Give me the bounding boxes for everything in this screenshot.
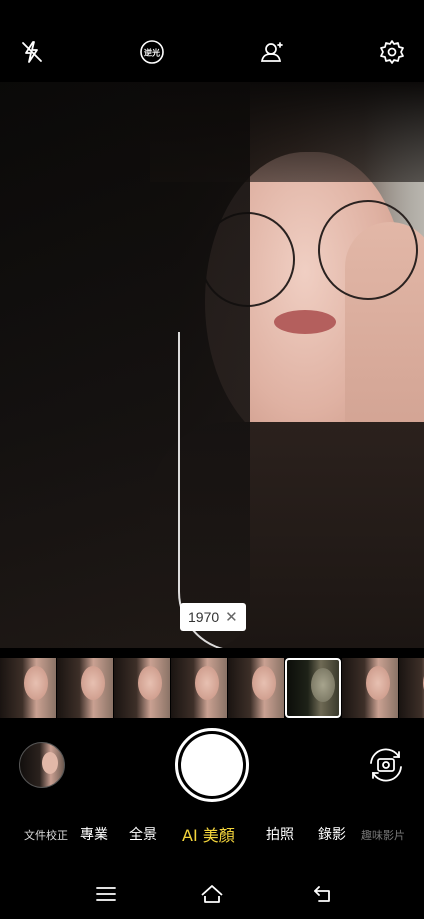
filter-thumbnail[interactable] [228, 658, 284, 718]
mode-video[interactable]: 錄影 [318, 824, 346, 844]
backlight-label: 逆光 [144, 48, 160, 58]
gallery-thumbnail-icon[interactable] [19, 742, 65, 788]
top-bar: 逆光 [0, 0, 424, 82]
backlight-icon[interactable]: 逆光 [136, 36, 168, 68]
settings-icon[interactable] [376, 36, 408, 68]
mode-fun-video[interactable]: 趣味影片 [361, 827, 405, 843]
earphone-cable [178, 332, 308, 648]
system-nav-bar [0, 870, 424, 919]
back-icon[interactable] [308, 882, 338, 906]
flash-off-icon[interactable] [16, 36, 48, 68]
filter-strip [0, 658, 424, 718]
shutter-icon [181, 734, 243, 796]
filter-tag[interactable]: 1970 ✕ [180, 603, 246, 631]
filter-name: 1970 [188, 609, 220, 625]
switch-camera-icon [370, 748, 402, 782]
shutter-button[interactable] [175, 728, 249, 802]
mode-photo[interactable]: 拍照 [266, 824, 294, 844]
menu-icon[interactable] [91, 882, 121, 906]
filter-thumbnail[interactable] [399, 658, 424, 718]
filter-thumbnail[interactable] [0, 658, 56, 718]
filter-thumbnail[interactable] [171, 658, 227, 718]
camera-mode-selector: 文件校正 專業 全景 AI 美顏 拍照 錄影 趣味影片 [0, 818, 424, 848]
filter-thumbnail[interactable] [57, 658, 113, 718]
subject-hair-top [150, 82, 424, 182]
glasses-lens-right [318, 200, 418, 300]
add-person-icon[interactable] [256, 36, 288, 68]
mode-panorama[interactable]: 全景 [129, 824, 157, 844]
mode-ai-beauty[interactable]: AI 美顏 [182, 822, 235, 846]
filter-thumbnail[interactable] [342, 658, 398, 718]
mode-pro[interactable]: 專業 [80, 824, 108, 844]
home-icon[interactable] [197, 882, 227, 906]
camera-viewfinder[interactable]: 美顏 [0, 82, 424, 648]
filter-close-icon[interactable]: ✕ [225, 608, 238, 626]
filter-thumbnail[interactable] [114, 658, 170, 718]
mode-document[interactable]: 文件校正 [24, 827, 68, 843]
filter-thumbnail-selected[interactable] [285, 658, 341, 718]
subject-lips [274, 310, 336, 334]
switch-camera-button[interactable] [364, 743, 408, 787]
